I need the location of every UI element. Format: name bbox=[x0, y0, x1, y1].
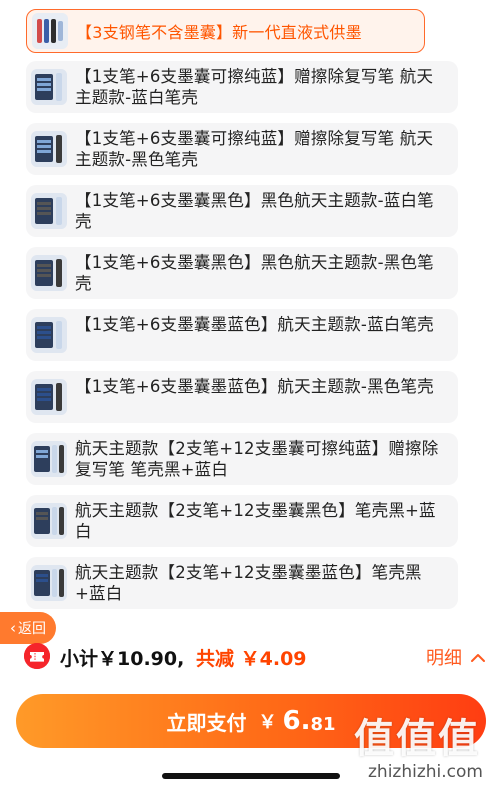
pay-currency: ￥ bbox=[258, 712, 277, 733]
sku-option-label: 航天主题款【2支笔+12支墨囊黑色】笔壳黑+蓝白 bbox=[75, 501, 436, 541]
sku-option[interactable]: 【1支笔+6支墨囊黑色】黑色航天主题款-蓝白笔壳 bbox=[26, 185, 458, 237]
coupon-ticket-icon bbox=[24, 643, 50, 669]
saving-label: 共减 bbox=[196, 648, 235, 670]
product-thumbnail bbox=[31, 193, 67, 229]
chevron-left-icon: ‹ bbox=[10, 618, 16, 637]
sku-option[interactable]: 【1支笔+6支墨囊墨蓝色】航天主题款-蓝白笔壳 bbox=[26, 309, 458, 361]
sku-option-label: 【1支笔+6支墨囊可擦纯蓝】赠擦除复写笔 航天主题款-黑色笔壳 bbox=[75, 129, 434, 169]
sku-option[interactable]: 航天主题款【2支笔+12支墨囊可擦纯蓝】赠擦除复写笔 笔壳黑+蓝白 bbox=[26, 433, 458, 485]
price-detail-toggle[interactable]: 明细 bbox=[426, 644, 486, 670]
subtotal: 小计￥10.90, bbox=[60, 644, 184, 671]
sku-option-label: 【1支笔+6支墨囊墨蓝色】航天主题款-黑色笔壳 bbox=[75, 377, 434, 396]
sku-option[interactable]: 航天主题款【2支笔+12支墨囊墨蓝色】笔壳黑+蓝白 bbox=[26, 557, 458, 609]
product-thumbnail bbox=[31, 503, 67, 539]
sku-option-label: 航天主题款【2支笔+12支墨囊墨蓝色】笔壳黑+蓝白 bbox=[75, 563, 422, 603]
pay-amount-integer: 6. bbox=[282, 706, 311, 736]
sku-option-label: 【1支笔+6支墨囊黑色】黑色航天主题款-蓝白笔壳 bbox=[75, 191, 434, 231]
pay-button-label: 立即支付 bbox=[166, 710, 247, 735]
sku-option[interactable]: 航天主题款【2支笔+12支墨囊黑色】笔壳黑+蓝白 bbox=[26, 495, 458, 547]
sku-option-label: 航天主题款【2支笔+12支墨囊可擦纯蓝】赠擦除复写笔 笔壳黑+蓝白 bbox=[75, 439, 439, 479]
site-watermark: 值值值 zhizhizhi.com bbox=[350, 700, 500, 790]
saving: 共减 ￥4.09 bbox=[196, 644, 307, 671]
sku-option-selected[interactable]: 【3支钢笔不含墨囊】新一代直液式供墨 bbox=[26, 9, 425, 53]
sku-option[interactable]: 【1支笔+6支墨囊黑色】黑色航天主题款-黑色笔壳 bbox=[26, 247, 458, 299]
product-thumbnail bbox=[31, 441, 67, 477]
sku-option-label: 【1支笔+6支墨囊墨蓝色】航天主题款-蓝白笔壳 bbox=[75, 315, 434, 334]
sku-option[interactable]: 【1支笔+6支墨囊可擦纯蓝】赠擦除复写笔 航天主题款-黑色笔壳 bbox=[26, 123, 458, 175]
chevron-up-icon bbox=[470, 647, 486, 668]
product-thumbnail bbox=[31, 255, 67, 291]
product-thumbnail bbox=[31, 317, 67, 353]
sku-option-label: 【3支钢笔不含墨囊】新一代直液式供墨 bbox=[76, 23, 362, 42]
product-thumbnail bbox=[31, 131, 67, 167]
product-thumbnail bbox=[32, 13, 68, 49]
sku-option-label: 【1支笔+6支墨囊可擦纯蓝】赠擦除复写笔 航天主题款-蓝白笔壳 bbox=[75, 67, 434, 107]
subtotal-value: ￥10.90, bbox=[98, 648, 185, 670]
price-summary-bar: 小计￥10.90, 共减 ￥4.09 明细 bbox=[0, 636, 500, 676]
detail-label: 明细 bbox=[426, 648, 462, 669]
product-thumbnail bbox=[31, 69, 67, 105]
saving-value: ￥4.09 bbox=[240, 648, 307, 670]
sku-option[interactable]: 【1支笔+6支墨囊墨蓝色】航天主题款-黑色笔壳 bbox=[26, 371, 458, 423]
sku-selection-sheet: 【3支钢笔不含墨囊】新一代直液式供墨 【1支笔+6支墨囊可擦纯蓝】赠擦除复写笔 … bbox=[0, 0, 500, 790]
subtotal-label: 小计 bbox=[60, 648, 99, 670]
watermark-glyphs: 值值值 bbox=[354, 716, 480, 762]
back-button-label: 返回 bbox=[18, 621, 46, 637]
product-thumbnail bbox=[31, 379, 67, 415]
sku-option-label: 【1支笔+6支墨囊黑色】黑色航天主题款-黑色笔壳 bbox=[75, 253, 434, 293]
sku-option[interactable]: 【1支笔+6支墨囊可擦纯蓝】赠擦除复写笔 航天主题款-蓝白笔壳 bbox=[26, 61, 458, 113]
home-indicator[interactable] bbox=[162, 773, 340, 779]
product-thumbnail bbox=[31, 565, 67, 601]
pay-amount-decimal: 81 bbox=[310, 713, 336, 735]
watermark-domain: zhizhizhi.com bbox=[368, 762, 483, 782]
